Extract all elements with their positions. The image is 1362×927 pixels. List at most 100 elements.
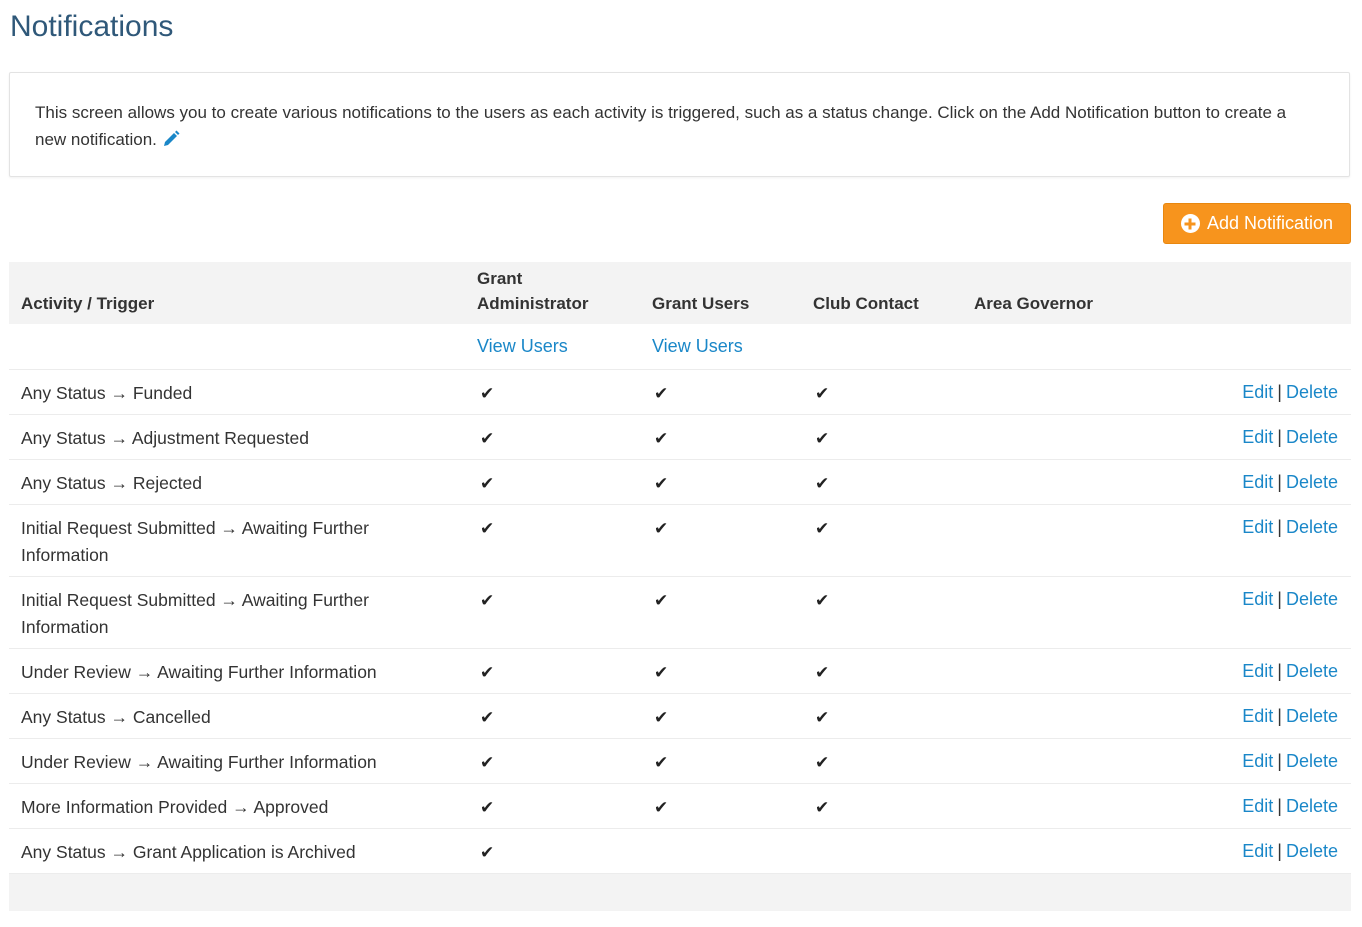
plus-circle-icon bbox=[1180, 214, 1200, 233]
edit-link[interactable]: Edit bbox=[1242, 706, 1273, 726]
row-actions: Edit | Delete bbox=[1242, 425, 1338, 449]
check-icon: ✔ bbox=[480, 519, 495, 538]
notifications-table: Activity / Trigger Grant Administrator G… bbox=[9, 262, 1351, 911]
action-separator: | bbox=[1277, 472, 1282, 492]
action-separator: | bbox=[1277, 841, 1282, 861]
delete-link[interactable]: Delete bbox=[1286, 589, 1338, 609]
table-row: Any Status → Rejected ✔ ✔ ✔ Edit | Delete bbox=[9, 460, 1351, 505]
check-icon: ✔ bbox=[815, 798, 830, 817]
table-row: Any Status → Adjustment Requested ✔ ✔ ✔ Edit… bbox=[9, 415, 1351, 460]
trigger-label: Under Review → Awaiting Further Informat… bbox=[21, 752, 377, 772]
delete-link[interactable]: Delete bbox=[1286, 427, 1338, 447]
edit-link[interactable]: Edit bbox=[1242, 589, 1273, 609]
check-icon: ✔ bbox=[480, 591, 495, 610]
edit-link[interactable]: Edit bbox=[1242, 796, 1273, 816]
check-icon: ✔ bbox=[654, 753, 669, 772]
check-icon: ✔ bbox=[654, 591, 669, 610]
edit-link[interactable]: Edit bbox=[1242, 427, 1273, 447]
action-separator: | bbox=[1277, 427, 1282, 447]
delete-link[interactable]: Delete bbox=[1286, 751, 1338, 771]
action-separator: | bbox=[1277, 661, 1282, 681]
add-notification-label: Add Notification bbox=[1206, 213, 1334, 233]
trigger-label: Under Review → Awaiting Further Informat… bbox=[21, 662, 377, 682]
trigger-label: Initial Request Submitted → Awaiting Fur… bbox=[21, 518, 369, 565]
delete-link[interactable]: Delete bbox=[1286, 517, 1338, 537]
check-icon: ✔ bbox=[480, 798, 495, 817]
table-row: Any Status → Funded ✔ ✔ ✔ Edit | Delete bbox=[9, 370, 1351, 415]
action-separator: | bbox=[1277, 796, 1282, 816]
page-title: Notifications bbox=[10, 10, 174, 43]
header-grant-administrator: Grant Administrator bbox=[477, 269, 589, 313]
row-actions: Edit | Delete bbox=[1242, 794, 1338, 818]
delete-link[interactable]: Delete bbox=[1286, 706, 1338, 726]
row-actions: Edit | Delete bbox=[1242, 470, 1338, 494]
check-icon: ✔ bbox=[815, 591, 830, 610]
row-actions: Edit | Delete bbox=[1242, 380, 1338, 404]
view-users-grant-users-link[interactable]: View Users bbox=[652, 334, 743, 358]
check-icon: ✔ bbox=[480, 384, 495, 403]
check-icon: ✔ bbox=[480, 753, 495, 772]
check-icon: ✔ bbox=[480, 429, 495, 448]
check-icon: ✔ bbox=[480, 708, 495, 727]
check-icon: ✔ bbox=[815, 474, 830, 493]
table-body: Any Status → Funded ✔ ✔ ✔ Edit | Delete Any Sta… bbox=[9, 370, 1351, 874]
check-icon: ✔ bbox=[654, 798, 669, 817]
table-row: Initial Request Submitted → Awaiting Fur… bbox=[9, 505, 1351, 577]
edit-link[interactable]: Edit bbox=[1242, 841, 1273, 861]
row-actions: Edit | Delete bbox=[1242, 839, 1338, 863]
trigger-label: Any Status → Adjustment Requested bbox=[21, 428, 309, 448]
check-icon: ✔ bbox=[815, 384, 830, 403]
check-icon: ✔ bbox=[815, 708, 830, 727]
check-icon: ✔ bbox=[654, 663, 669, 682]
edit-link[interactable]: Edit bbox=[1242, 382, 1273, 402]
check-icon: ✔ bbox=[480, 663, 495, 682]
view-users-grant-administrator-link[interactable]: View Users bbox=[477, 334, 568, 358]
edit-link[interactable]: Edit bbox=[1242, 517, 1273, 537]
check-icon: ✔ bbox=[654, 384, 669, 403]
header-club-contact: Club Contact bbox=[813, 294, 919, 313]
table-row: Any Status → Cancelled ✔ ✔ ✔ Edit | Delete bbox=[9, 694, 1351, 739]
check-icon: ✔ bbox=[654, 519, 669, 538]
view-users-row: View Users View Users bbox=[9, 324, 1351, 370]
edit-link[interactable]: Edit bbox=[1242, 661, 1273, 681]
header-area-governor: Area Governor bbox=[974, 294, 1094, 313]
info-panel: This screen allows you to create various… bbox=[9, 72, 1350, 177]
trigger-label: Any Status → Funded bbox=[21, 383, 193, 403]
table-row: Any Status → Grant Application is Archiv… bbox=[9, 829, 1351, 874]
table-footer bbox=[9, 874, 1351, 911]
check-icon: ✔ bbox=[654, 708, 669, 727]
info-text-block: This screen allows you to create various… bbox=[35, 99, 1289, 156]
trigger-label: Any Status → Cancelled bbox=[21, 707, 211, 727]
trigger-label: More Information Provided → Approved bbox=[21, 797, 329, 817]
trigger-label: Any Status → Grant Application is Archiv… bbox=[21, 842, 356, 862]
row-actions: Edit | Delete bbox=[1242, 515, 1338, 539]
row-actions: Edit | Delete bbox=[1242, 587, 1338, 611]
row-actions: Edit | Delete bbox=[1242, 749, 1338, 773]
check-icon: ✔ bbox=[815, 753, 830, 772]
table-row: Initial Request Submitted → Awaiting Fur… bbox=[9, 577, 1351, 649]
info-text: This screen allows you to create various… bbox=[35, 103, 1287, 149]
add-notification-button[interactable]: Add Notification bbox=[1163, 203, 1351, 244]
pencil-icon[interactable] bbox=[162, 129, 180, 156]
table-row: Under Review → Awaiting Further Informat… bbox=[9, 739, 1351, 784]
edit-link[interactable]: Edit bbox=[1242, 751, 1273, 771]
action-separator: | bbox=[1277, 517, 1282, 537]
delete-link[interactable]: Delete bbox=[1286, 841, 1338, 861]
edit-link[interactable]: Edit bbox=[1242, 472, 1273, 492]
delete-link[interactable]: Delete bbox=[1286, 661, 1338, 681]
action-separator: | bbox=[1277, 751, 1282, 771]
action-separator: | bbox=[1277, 382, 1282, 402]
check-icon: ✔ bbox=[815, 429, 830, 448]
header-activity-trigger: Activity / Trigger bbox=[21, 294, 155, 313]
check-icon: ✔ bbox=[654, 474, 669, 493]
check-icon: ✔ bbox=[480, 474, 495, 493]
check-icon: ✔ bbox=[815, 663, 830, 682]
trigger-label: Any Status → Rejected bbox=[21, 473, 202, 493]
delete-link[interactable]: Delete bbox=[1286, 472, 1338, 492]
table-header: Activity / Trigger Grant Administrator G… bbox=[9, 262, 1351, 324]
header-grant-users: Grant Users bbox=[652, 294, 750, 313]
delete-link[interactable]: Delete bbox=[1286, 382, 1338, 402]
action-separator: | bbox=[1277, 589, 1282, 609]
delete-link[interactable]: Delete bbox=[1286, 796, 1338, 816]
trigger-label: Initial Request Submitted → Awaiting Fur… bbox=[21, 590, 369, 637]
